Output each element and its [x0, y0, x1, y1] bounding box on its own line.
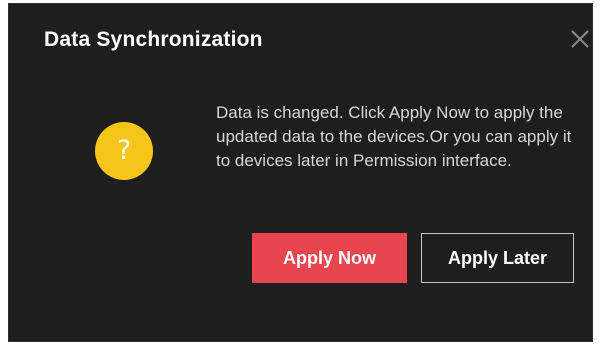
- question-icon: ?: [95, 122, 153, 180]
- close-button[interactable]: [569, 28, 591, 50]
- apply-now-button[interactable]: Apply Now: [252, 233, 407, 283]
- dialog-message: Data is changed. Click Apply Now to appl…: [216, 103, 572, 170]
- data-synchronization-dialog: Data Synchronization ? Data is changed. …: [8, 3, 593, 342]
- dialog-title: Data Synchronization: [44, 28, 263, 51]
- apply-later-button[interactable]: Apply Later: [421, 233, 574, 283]
- close-icon: [571, 30, 589, 48]
- question-icon-glyph: ?: [116, 135, 132, 166]
